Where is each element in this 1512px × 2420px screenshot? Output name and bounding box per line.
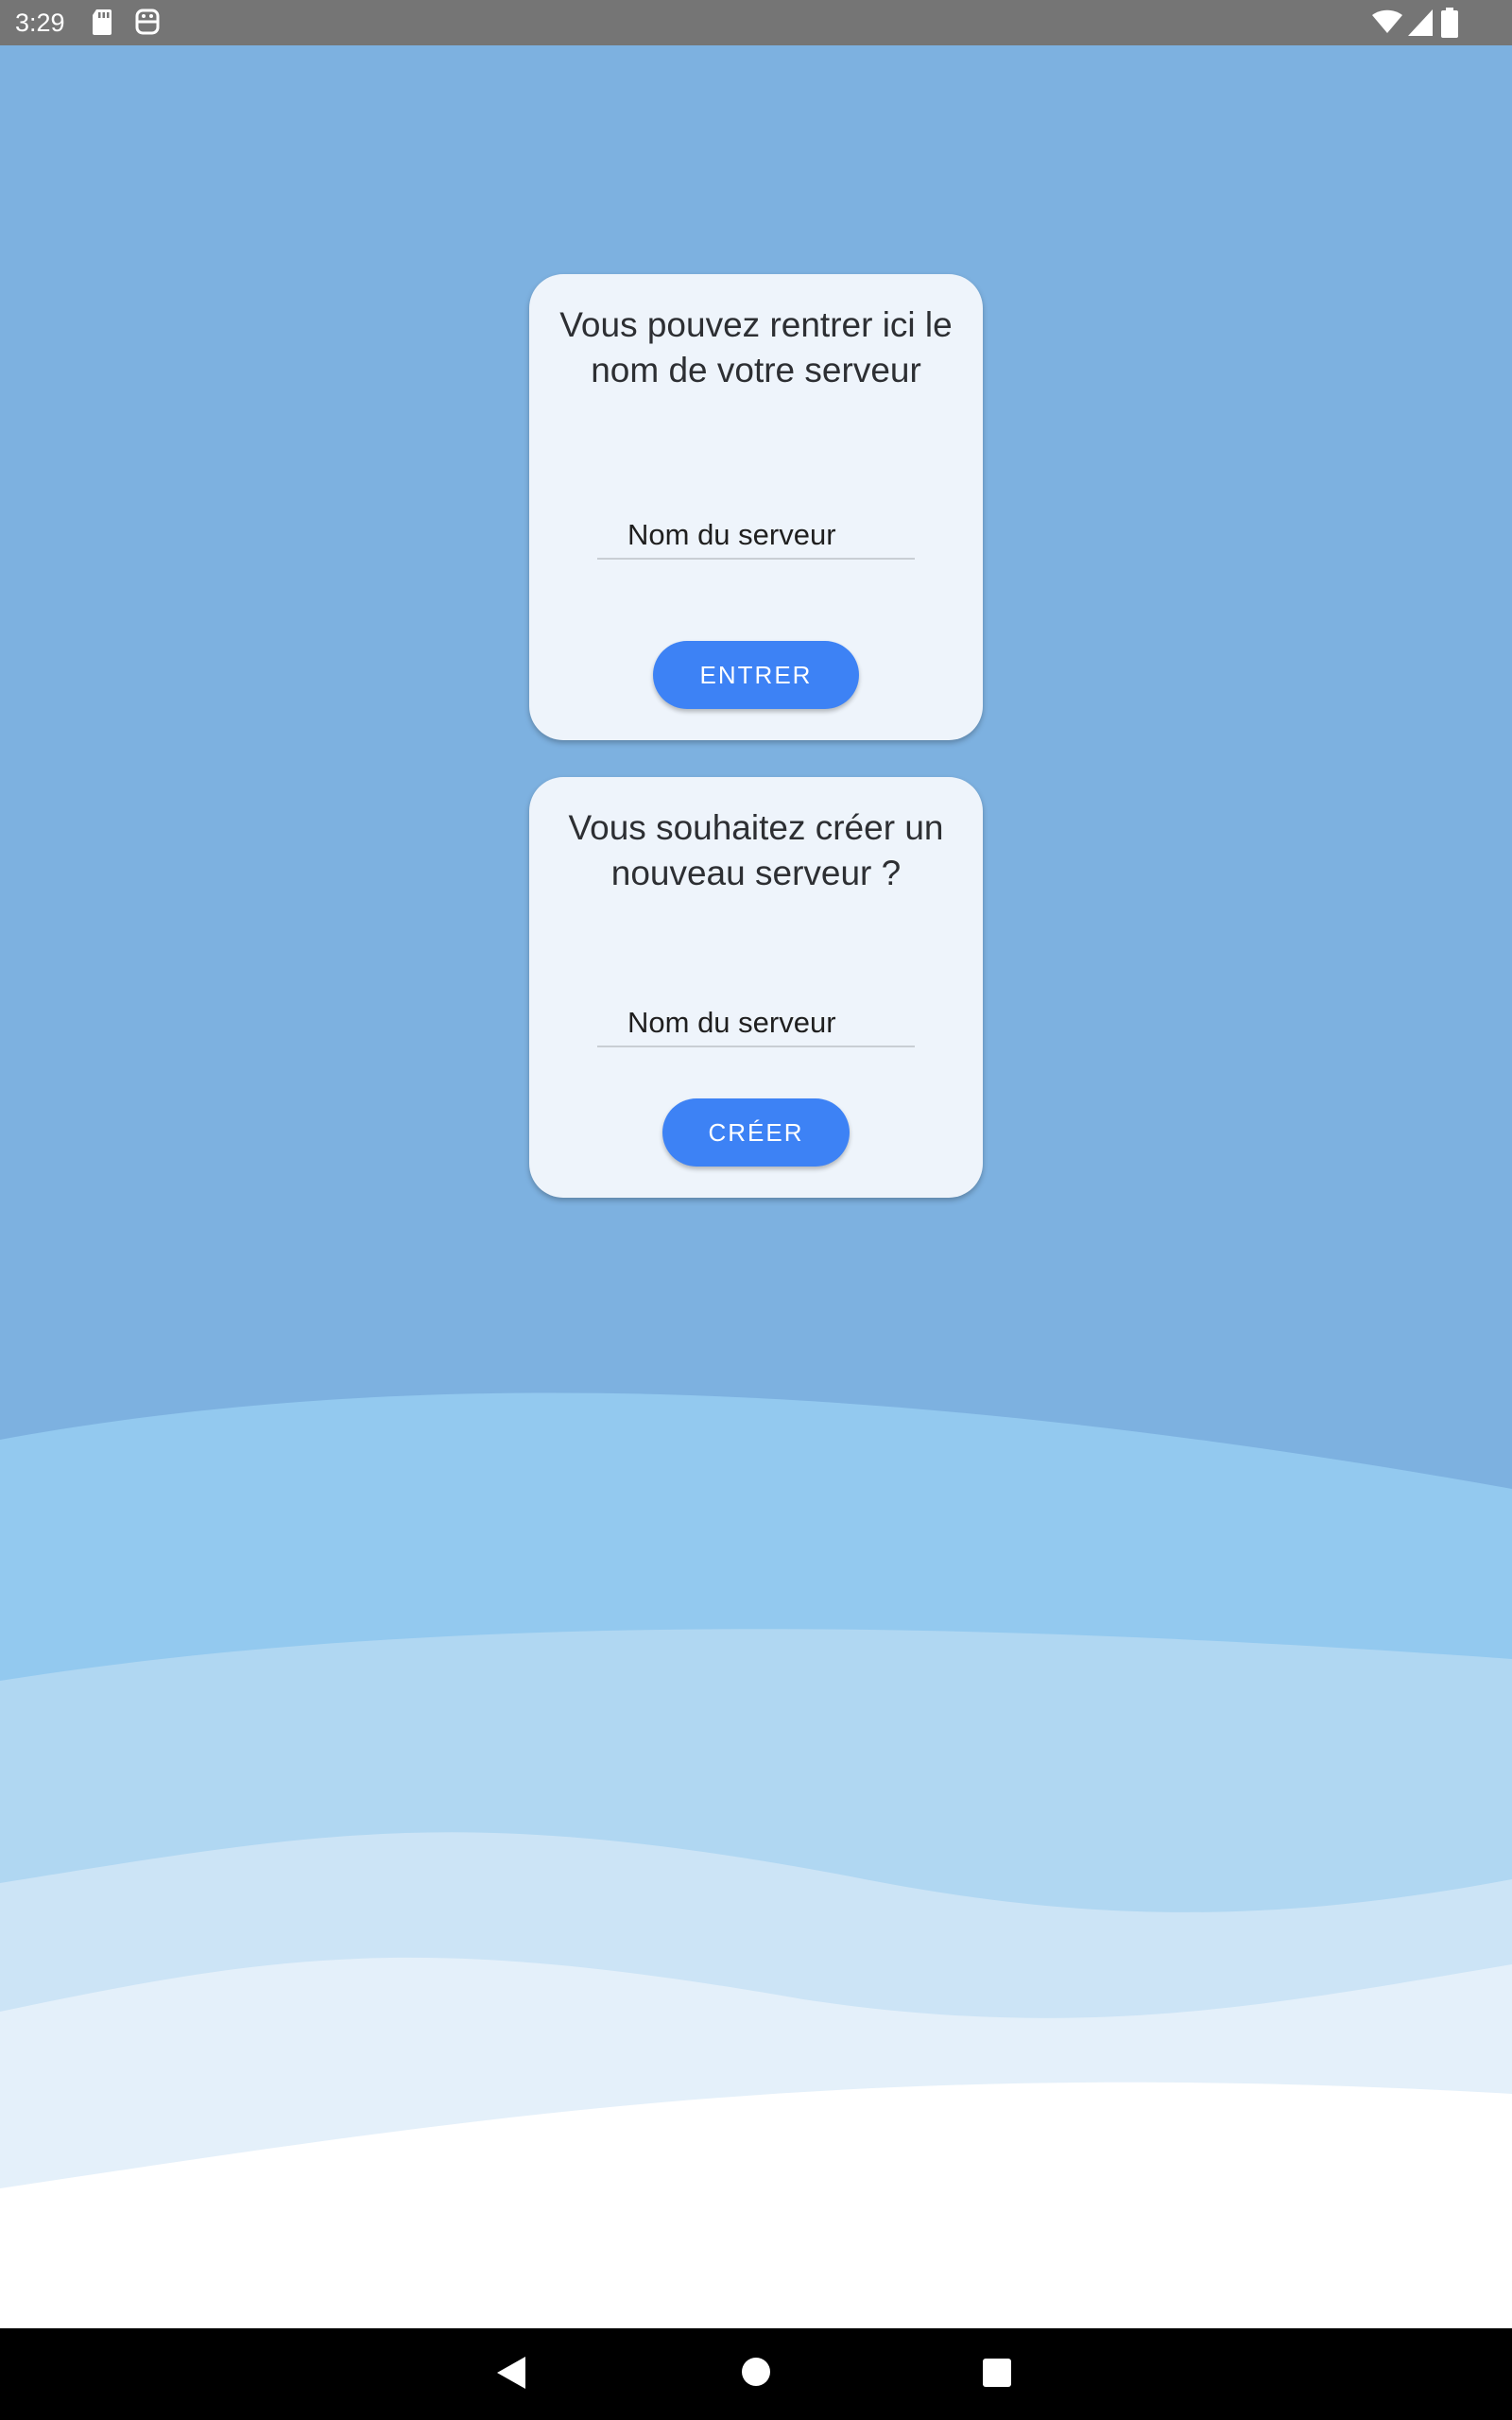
battery-icon — [1441, 8, 1458, 43]
cell-signal-icon — [1408, 9, 1433, 41]
back-icon[interactable] — [495, 2355, 527, 2395]
home-icon[interactable] — [740, 2356, 772, 2393]
join-server-card: Vous pouvez rentrer ici le nom de votre … — [529, 274, 983, 740]
join-server-name-input[interactable] — [597, 512, 915, 560]
create-server-name-input[interactable] — [597, 1000, 915, 1047]
status-bar: 3:29 — [0, 0, 1512, 45]
sd-card-icon — [91, 8, 113, 41]
recording-icon — [134, 8, 161, 41]
recents-icon[interactable] — [982, 2358, 1012, 2393]
create-button[interactable]: CRÉER — [662, 1098, 850, 1167]
navigation-bar — [0, 2328, 1512, 2420]
status-time: 3:29 — [15, 9, 65, 37]
create-server-card: Vous souhaitez créer un nouveau serveur … — [529, 777, 983, 1198]
join-card-title: Vous pouvez rentrer ici le nom de votre … — [559, 305, 953, 389]
wifi-icon — [1372, 9, 1402, 39]
enter-button[interactable]: ENTRER — [653, 641, 859, 709]
create-card-title: Vous souhaitez créer un nouveau serveur … — [568, 808, 944, 892]
